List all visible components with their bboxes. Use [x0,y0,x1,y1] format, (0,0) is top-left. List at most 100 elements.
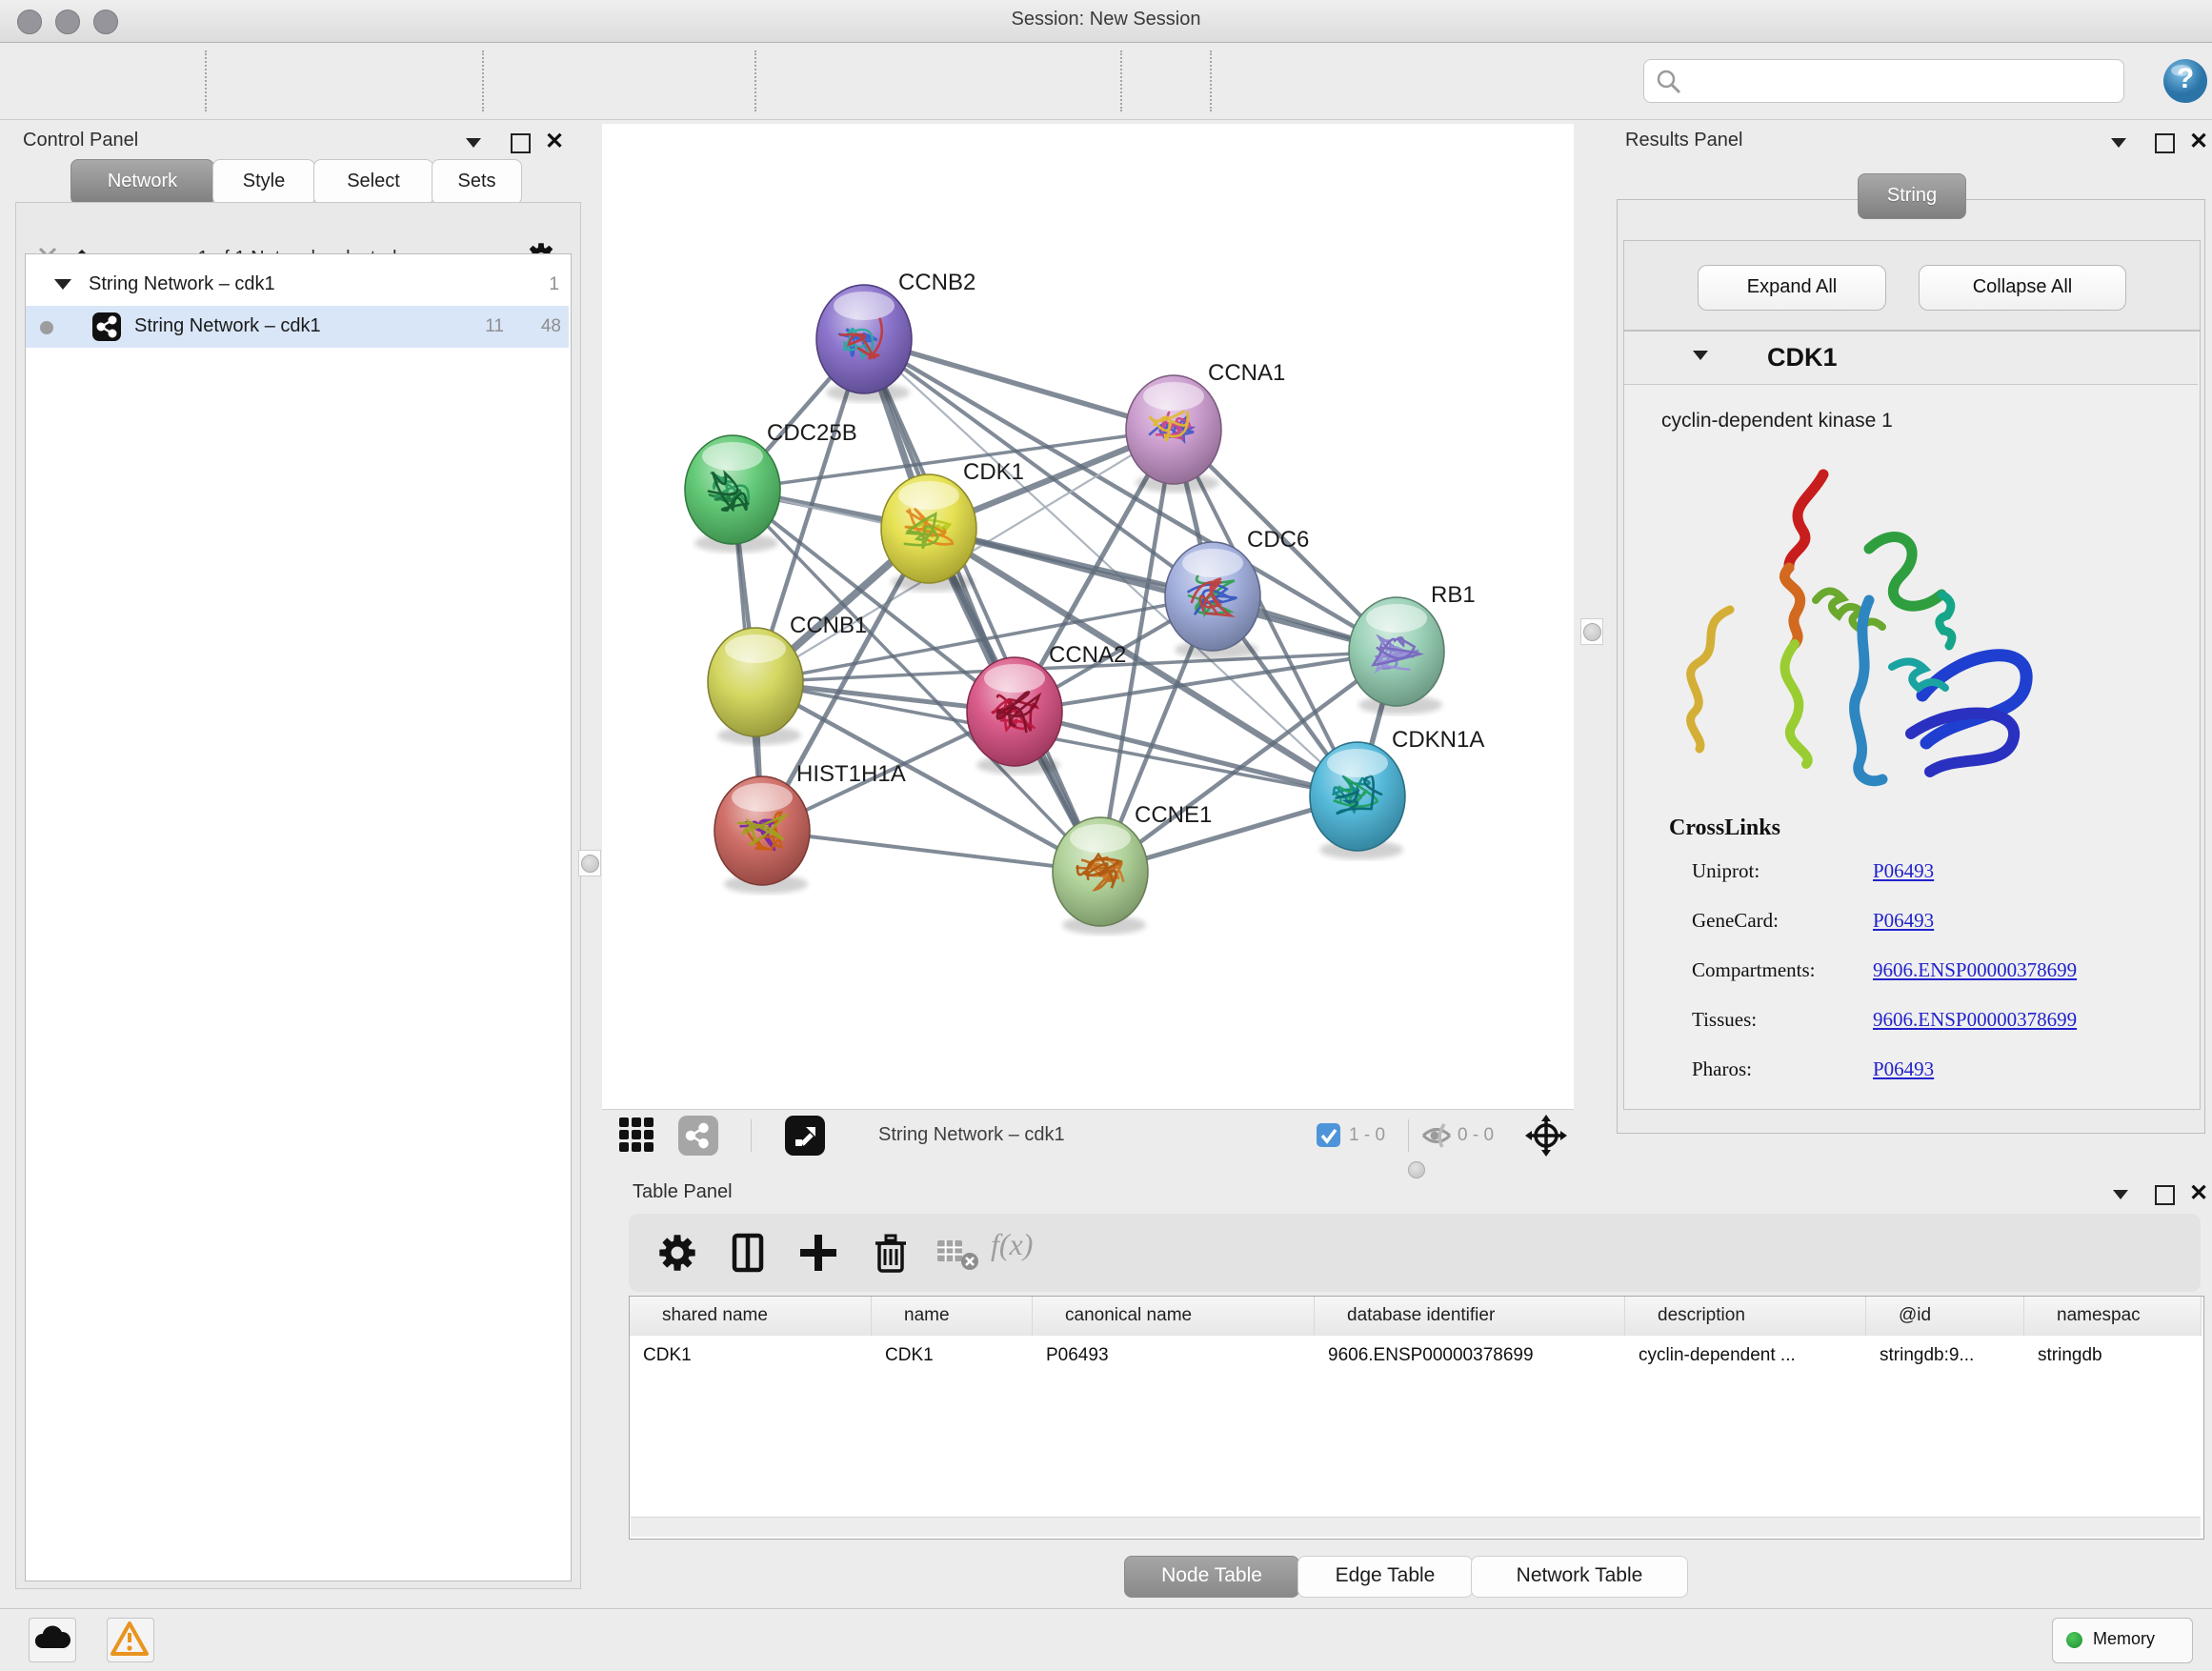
zoom-in-button[interactable] [783,54,836,108]
warnings-button[interactable] [107,1618,154,1662]
node-CDC6[interactable]: CDC6 [1165,527,1309,659]
crosslink-label: GeneCard: [1692,909,1779,933]
current-network-bullet-icon [39,320,54,335]
table-cell[interactable]: CDK1 [885,1345,1027,1366]
node-table[interactable]: shared name name canonical name database… [629,1296,2204,1540]
fit-selection-crosshair-icon[interactable] [1524,1114,1568,1158]
hidden-eye-icon[interactable] [1419,1122,1454,1149]
save-session-button[interactable] [128,54,181,108]
results-panel-float-icon[interactable] [2155,133,2175,153]
tab-node-table[interactable]: Node Table [1124,1556,1299,1598]
refresh-layout-button[interactable] [1152,54,1205,108]
help-button[interactable]: ? [2161,56,2210,106]
table-cell[interactable]: CDK1 [643,1345,866,1366]
column-header-canonical-name[interactable]: canonical name [1033,1297,1315,1336]
hide-glasses-button[interactable] [1402,54,1456,108]
add-column-icon[interactable] [796,1231,840,1275]
tab-network-table[interactable]: Network Table [1471,1556,1688,1598]
import-table-button[interactable] [398,54,452,108]
network-canvas[interactable]: CCNB2 CCNA1 CDC25B CDK1 [602,124,1574,1109]
home-button[interactable] [1319,54,1373,108]
show-columns-icon[interactable] [726,1231,770,1275]
export-table-button[interactable] [589,54,642,108]
string-network-graph[interactable]: CCNB2 CCNA1 CDC25B CDK1 [602,124,1574,1109]
table-cell[interactable]: cyclin-dependent ... [1639,1345,1860,1366]
node-RB1[interactable]: RB1 [1349,582,1476,715]
table-cell[interactable]: stringdb [2038,1345,2196,1366]
control-panel-float-icon[interactable] [511,133,531,153]
network-row[interactable]: String Network – cdk1 11 48 [26,306,569,348]
column-header-description[interactable]: description [1625,1297,1866,1336]
control-panel-close-icon[interactable]: ✕ [545,131,564,152]
results-panel-close-icon[interactable]: ✕ [2189,131,2208,152]
node-HIST1H1A[interactable]: HIST1H1A [714,761,906,894]
crosslink-value-link[interactable]: P06493 [1873,1057,1934,1081]
toolbar-separator [1210,50,1212,111]
column-header-namespac[interactable]: namespac [2024,1297,2202,1336]
import-network-button[interactable] [231,54,284,108]
table-panel-close-icon[interactable]: ✕ [2189,1183,2208,1204]
tab-edge-table[interactable]: Edge Table [1297,1556,1473,1598]
search-field[interactable] [1643,59,2124,103]
tab-network[interactable]: Network [70,159,214,205]
horizontal-splitter-handle[interactable] [1408,1161,1425,1178]
node-CDC25B[interactable]: CDC25B [685,420,857,553]
tab-select[interactable]: Select [313,159,433,205]
export-image-button[interactable] [673,54,726,108]
table-cell[interactable]: 9606.ENSP00000378699 [1328,1345,1619,1366]
navigator-button[interactable] [785,1116,825,1156]
memory-button[interactable]: Memory [2052,1618,2193,1663]
crosslink-value-link[interactable]: 9606.ENSP00000378699 [1873,958,2077,982]
network-collection-row[interactable]: String Network – cdk1 1 [26,264,569,306]
table-panel-float-icon[interactable] [2155,1185,2175,1205]
column-header-database-identifier[interactable]: database identifier [1315,1297,1625,1336]
search-input[interactable] [1682,64,2115,98]
tab-string[interactable]: String [1858,173,1966,219]
left-splitter-handle[interactable] [578,850,601,876]
table-panel-collapse-icon[interactable] [2113,1190,2128,1199]
crosslink-value-link[interactable]: P06493 [1873,909,1934,933]
gene-section-header[interactable]: CDK1 [1624,332,2198,385]
node-CDKN1A[interactable]: CDKN1A [1310,727,1484,859]
network-tree: String Network – cdk1 1 String Network –… [25,253,572,1581]
tab-style[interactable]: Style [212,159,315,205]
node-CCNA1[interactable]: CCNA1 [1126,360,1285,493]
string-share-button[interactable] [678,1116,718,1156]
expand-all-button[interactable]: Expand All [1698,265,1886,311]
edge-HIST1H1A-CCNE1[interactable] [762,831,1100,872]
tab-sets[interactable]: Sets [432,159,522,205]
tree-expander-icon[interactable] [54,279,71,290]
collapse-all-button[interactable]: Collapse All [1919,265,2126,311]
zoom-selected-button[interactable] [1038,54,1092,108]
table-cell[interactable]: stringdb:9... [1880,1345,2019,1366]
edge-CCNB2-CCNE1[interactable] [864,339,1100,872]
right-splitter-handle[interactable] [1580,618,1603,645]
selected-checkbox-icon[interactable] [1317,1123,1340,1147]
grid-view-button[interactable] [619,1117,655,1154]
control-panel-collapse-icon[interactable] [466,138,481,148]
column-header--id[interactable]: @id [1866,1297,2024,1336]
node-CCNB2[interactable]: CCNB2 [816,270,975,402]
zoom-out-button[interactable] [869,54,922,108]
crosslink-label: Uniprot: [1692,859,1760,883]
column-header-shared-name[interactable]: shared name [630,1297,872,1336]
zoom-fit-button[interactable] [956,54,1010,108]
open-session-button[interactable] [55,54,109,108]
divider [751,1119,752,1152]
results-panel-collapse-icon[interactable] [2111,138,2126,148]
delete-column-icon[interactable] [869,1231,913,1275]
column-header-name[interactable]: name [872,1297,1033,1336]
table-cell[interactable]: P06493 [1046,1345,1309,1366]
import-database-button[interactable] [318,54,372,108]
gene-name: CDK1 [1767,343,1838,372]
edge-CDK1-RB1[interactable] [929,529,1397,652]
crosslink-value-link[interactable]: 9606.ENSP00000378699 [1873,1008,2077,1032]
presentation-orb-button[interactable] [1488,54,1541,108]
table-options-gear-icon[interactable] [655,1231,699,1275]
table-horizontal-scrollbar[interactable] [631,1517,2201,1537]
export-network-button[interactable] [513,54,566,108]
cloud-button[interactable] [29,1618,76,1662]
gene-expander-icon[interactable] [1693,351,1708,360]
copy-document-button[interactable] [1237,54,1290,108]
crosslink-value-link[interactable]: P06493 [1873,859,1934,883]
